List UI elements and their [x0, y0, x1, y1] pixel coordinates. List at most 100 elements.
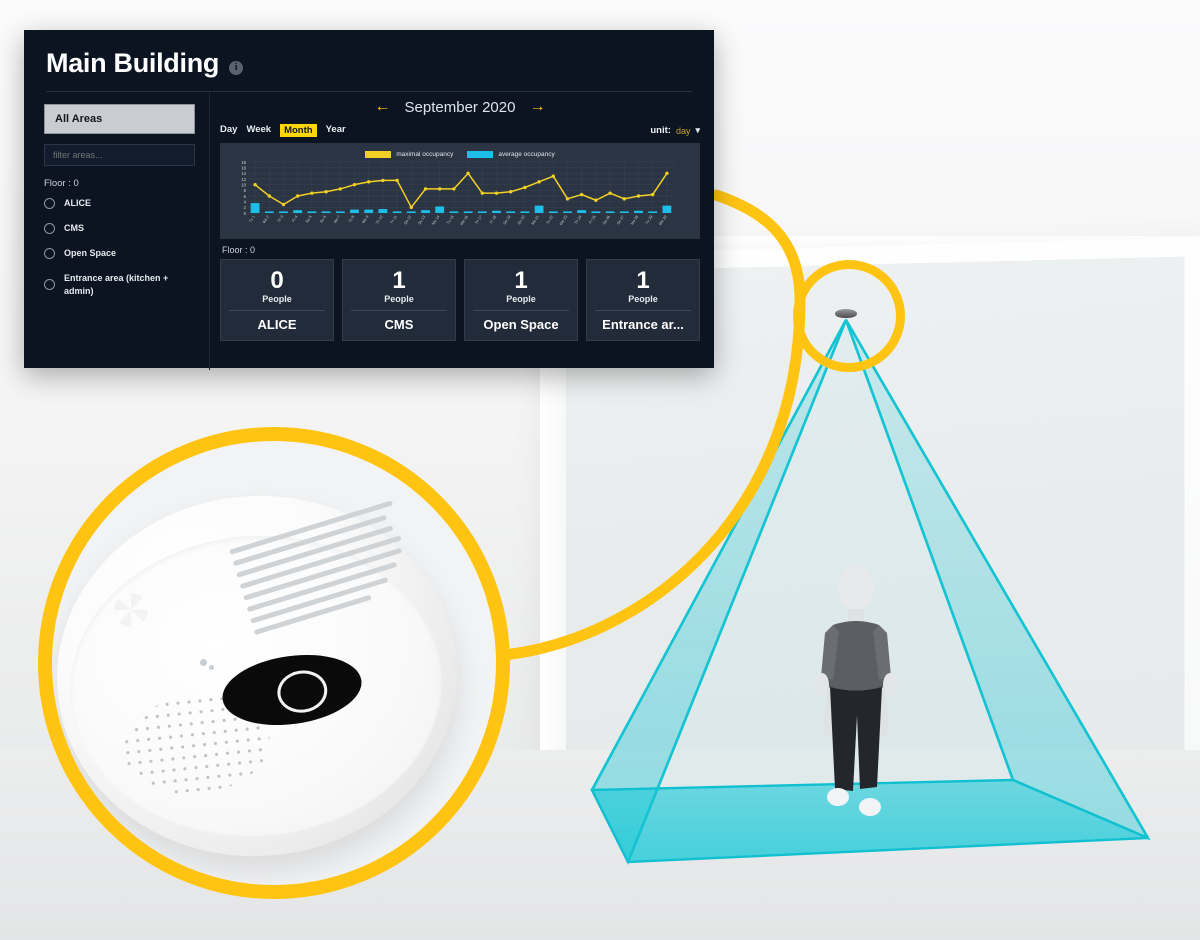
sidebar-item-entrance-area[interactable]: Entrance area (kitchen + admin)	[44, 272, 195, 296]
prev-month-arrow-icon[interactable]: ←	[375, 98, 391, 116]
range-toolbar: Day Week Month Year unit: day ▾	[220, 124, 700, 137]
svg-text:Mo 21: Mo 21	[531, 215, 540, 226]
tab-month[interactable]: Month	[280, 124, 317, 137]
card-count: 1	[471, 268, 571, 293]
tab-day[interactable]: Day	[220, 124, 237, 137]
card-count: 1	[593, 268, 693, 293]
person-figure	[800, 565, 910, 840]
legend-swatch-maximal	[365, 151, 391, 158]
occupancy-cards: 0 People ALICE 1 People CMS 1 People Ope…	[220, 259, 700, 341]
radio-icon[interactable]	[44, 279, 55, 290]
detector-callout-ring	[38, 427, 510, 899]
svg-text:Mo 14: Mo 14	[431, 215, 440, 226]
svg-text:18: 18	[241, 160, 246, 165]
chart-legend: maximal occupancy average occupancy	[226, 151, 694, 158]
card-alice[interactable]: 0 People ALICE	[220, 259, 334, 341]
unit-label: unit:	[650, 125, 671, 136]
period-navigator: ← September 2020 →	[220, 98, 700, 116]
sidebar-item-label: CMS	[64, 222, 84, 234]
unit-selector[interactable]: unit: day ▾	[650, 125, 700, 136]
legend-swatch-average	[467, 151, 493, 158]
svg-text:We 9: We 9	[361, 215, 369, 225]
svg-text:Sa 5: Sa 5	[305, 215, 313, 224]
svg-text:Tu 1: Tu 1	[248, 215, 255, 223]
svg-text:Tu 29: Tu 29	[645, 215, 654, 225]
all-areas-button[interactable]: All Areas	[44, 104, 195, 134]
sidebar-item-label: Entrance area (kitchen + admin)	[64, 272, 182, 296]
svg-text:Mo 28: Mo 28	[630, 215, 639, 226]
smoke-detector-photo	[52, 441, 496, 885]
filter-areas-input[interactable]	[44, 144, 195, 166]
next-month-arrow-icon[interactable]: →	[529, 98, 545, 116]
svg-text:12: 12	[241, 177, 246, 182]
sidebar-item-open-space[interactable]: Open Space	[44, 247, 195, 259]
svg-text:16: 16	[241, 166, 246, 171]
svg-text:4: 4	[244, 200, 247, 205]
svg-text:Mo 7: Mo 7	[333, 215, 341, 224]
card-area-name: ALICE	[227, 311, 327, 340]
radio-icon[interactable]	[44, 198, 55, 209]
svg-text:We 2: We 2	[262, 215, 270, 225]
info-icon[interactable]: i	[229, 61, 243, 75]
legend-label: average occupancy	[498, 151, 554, 158]
card-count: 1	[349, 268, 449, 293]
sidebar-item-label: ALICE	[64, 197, 91, 209]
chart-svg: 181614121086420Tu 1 We 2 Th 3 Fr 4 Sa 5 Su 6 M…	[226, 160, 678, 230]
card-entrance-area[interactable]: 1 People Entrance ar...	[586, 259, 700, 341]
radio-icon[interactable]	[44, 223, 55, 234]
card-cms[interactable]: 1 People CMS	[342, 259, 456, 341]
svg-text:We 30: We 30	[658, 215, 667, 226]
period-label: September 2020	[405, 99, 516, 116]
detector-logo-icon	[114, 593, 148, 627]
svg-text:Th 24: Th 24	[574, 215, 583, 225]
occupancy-chart: maximal occupancy average occupancy 18 16…	[220, 143, 700, 239]
card-unit: People	[471, 294, 571, 304]
svg-text:10: 10	[241, 183, 246, 188]
svg-text:Sa 19: Sa 19	[503, 215, 512, 225]
occupancy-dashboard: Main Building i All Areas Floor : 0 ALIC…	[24, 30, 714, 368]
svg-text:We 23: We 23	[559, 215, 568, 226]
svg-text:Fr 11: Fr 11	[390, 215, 398, 224]
card-unit: People	[349, 294, 449, 304]
svg-text:6: 6	[244, 194, 247, 199]
card-unit: People	[593, 294, 693, 304]
svg-text:Tu 15: Tu 15	[446, 215, 455, 225]
svg-text:Sa 12: Sa 12	[403, 215, 412, 225]
sidebar-item-alice[interactable]: ALICE	[44, 197, 195, 209]
svg-text:Su 6: Su 6	[319, 215, 327, 224]
radio-icon[interactable]	[44, 248, 55, 259]
svg-text:0: 0	[244, 211, 247, 216]
dashboard-header: Main Building i	[24, 30, 714, 91]
legend-item-average: average occupancy	[467, 151, 554, 158]
floor-section-label: Floor : 0	[222, 245, 700, 255]
dashboard-main: ← September 2020 → Day Week Month Year u…	[210, 92, 714, 370]
svg-text:2: 2	[244, 205, 247, 210]
legend-label: maximal occupancy	[396, 151, 453, 158]
svg-text:Su 13: Su 13	[417, 215, 426, 225]
svg-text:Sa 26: Sa 26	[602, 215, 611, 225]
areas-sidebar: All Areas Floor : 0 ALICE CMS Open Space…	[24, 92, 210, 370]
legend-item-maximal: maximal occupancy	[365, 151, 453, 158]
chevron-down-icon[interactable]: ▾	[695, 125, 700, 136]
unit-value: day	[676, 126, 691, 136]
detector-led-icon	[200, 659, 207, 666]
card-area-name: Open Space	[471, 311, 571, 340]
sensor-callout-ring	[793, 260, 905, 372]
tab-week[interactable]: Week	[246, 124, 271, 137]
svg-text:Fr 4: Fr 4	[291, 215, 298, 223]
tab-year[interactable]: Year	[326, 124, 346, 137]
sidebar-floor-label: Floor : 0	[44, 178, 195, 189]
svg-text:Th 3: Th 3	[277, 215, 285, 224]
svg-text:Th 17: Th 17	[474, 215, 483, 225]
svg-text:Su 20: Su 20	[517, 215, 526, 225]
svg-text:14: 14	[241, 171, 246, 176]
svg-text:Fr 18: Fr 18	[489, 215, 497, 225]
range-tabs: Day Week Month Year	[220, 124, 346, 137]
sidebar-item-cms[interactable]: CMS	[44, 222, 195, 234]
card-area-name: Entrance ar...	[593, 311, 693, 340]
svg-text:Fr 25: Fr 25	[588, 215, 596, 225]
card-open-space[interactable]: 1 People Open Space	[464, 259, 578, 341]
svg-text:Th 10: Th 10	[375, 215, 384, 225]
chart-plot-area: 18 16 14 12 10 8 6 4 2 0 Tu 1 We 2 Th 3 Fr 4 Sa 5 Su 6 M…	[226, 160, 694, 230]
svg-text:Tu 8: Tu 8	[348, 215, 355, 223]
